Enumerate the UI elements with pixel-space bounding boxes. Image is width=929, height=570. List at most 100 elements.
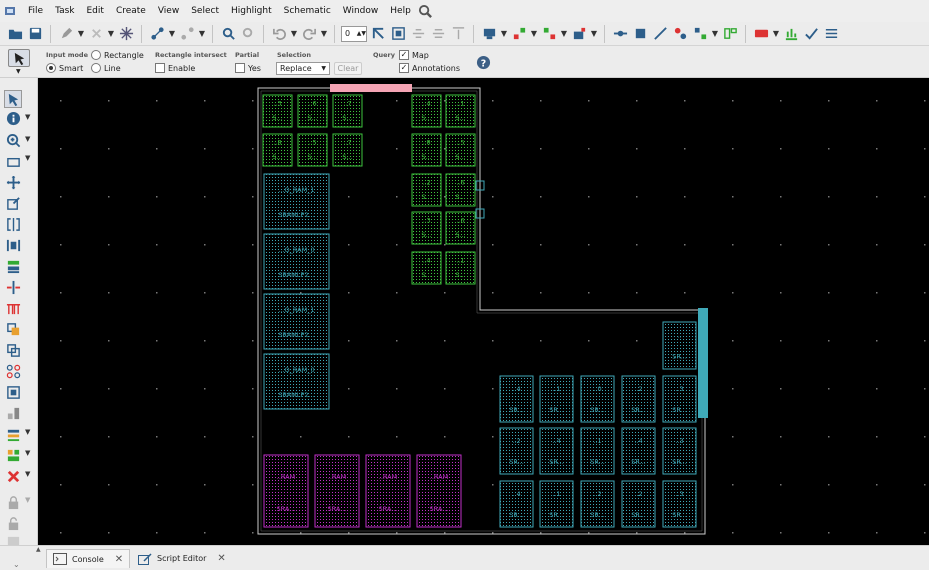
smart-radio[interactable]: Smart bbox=[46, 63, 83, 73]
close-icon[interactable] bbox=[4, 467, 22, 485]
align-left-icon[interactable] bbox=[4, 236, 22, 254]
align-center-icon[interactable] bbox=[429, 25, 447, 43]
chevron-down-icon[interactable]: ▼ bbox=[25, 496, 30, 504]
align-icon[interactable] bbox=[409, 25, 427, 43]
color-blocks-icon[interactable] bbox=[4, 446, 22, 464]
chevron-down-icon[interactable]: ▼ bbox=[711, 29, 719, 38]
magenta-ram-block[interactable]: ..RAM SRA... bbox=[263, 454, 309, 528]
check-icon[interactable] bbox=[802, 25, 820, 43]
route-icon[interactable] bbox=[148, 25, 166, 43]
layers-icon[interactable] bbox=[4, 425, 22, 443]
chevron-down-icon[interactable]: ▼ bbox=[77, 29, 85, 38]
layout-canvas[interactable]: ..3 S... ..6 S... ..7 S... ..4 S... ..1 S... ..8 S.… bbox=[38, 78, 929, 545]
chevron-down-icon[interactable]: ▼ bbox=[25, 135, 30, 143]
connect-icon[interactable] bbox=[671, 25, 689, 43]
copy-icon[interactable] bbox=[4, 320, 22, 338]
zoom-in-icon[interactable] bbox=[4, 131, 22, 149]
magenta-ram-block[interactable]: ..RAM SRA... bbox=[365, 454, 411, 528]
list-icon[interactable] bbox=[822, 25, 840, 43]
open-folder-icon[interactable] bbox=[6, 25, 24, 43]
cyan-cell[interactable]: ..4 SR... bbox=[621, 427, 656, 475]
flip-icon[interactable] bbox=[369, 25, 387, 43]
chevron-down-icon[interactable]: ⌄ bbox=[13, 560, 20, 569]
cyan-cell[interactable]: ..1 SR... bbox=[539, 375, 574, 423]
magenta-ram-block[interactable]: ..RAM SRA... bbox=[314, 454, 360, 528]
move-icon[interactable] bbox=[4, 173, 22, 191]
net-color-icon[interactable] bbox=[510, 25, 528, 43]
blocks-icon[interactable] bbox=[4, 404, 22, 422]
chevron-down-icon[interactable]: ▼ bbox=[500, 29, 508, 38]
pin-icon[interactable] bbox=[219, 25, 237, 43]
drc-icon[interactable] bbox=[752, 25, 770, 43]
menu-select[interactable]: Select bbox=[185, 0, 225, 22]
duplicate-icon[interactable] bbox=[4, 341, 22, 359]
menu-window[interactable]: Window bbox=[337, 0, 385, 22]
menu-edit[interactable]: Edit bbox=[81, 0, 110, 22]
chevron-down-icon[interactable]: ▼ bbox=[290, 29, 298, 38]
cyan-cell[interactable]: ..2 SR... bbox=[499, 427, 534, 475]
sram-block[interactable]: ...O_RAM_1 SRAMLP2... bbox=[263, 293, 330, 350]
sram-block[interactable]: ...O_RAM_0 SRAMLP2... bbox=[263, 353, 330, 410]
chevron-up-icon[interactable]: ▲ bbox=[36, 546, 41, 553]
chevron-down-icon[interactable]: ▼ bbox=[107, 29, 115, 38]
unlock-icon[interactable] bbox=[4, 514, 22, 532]
chevron-down-icon[interactable]: ▼ bbox=[25, 428, 30, 436]
sram-block[interactable]: ...O_RAM_1 SRAMLP2... bbox=[263, 173, 330, 230]
chevron-down-icon[interactable]: ▼ bbox=[320, 29, 328, 38]
stack-icon[interactable] bbox=[4, 257, 22, 275]
cyan-cell[interactable]: ..4 SR... bbox=[499, 375, 534, 423]
pin-connector-icon[interactable] bbox=[4, 299, 22, 317]
green-cell[interactable]: ..4 S... bbox=[411, 251, 442, 285]
grid-icon[interactable] bbox=[389, 25, 407, 43]
chevron-down-icon[interactable]: ▼ bbox=[590, 29, 598, 38]
chart-icon[interactable] bbox=[782, 25, 800, 43]
cyan-cell[interactable]: ..1 SR... bbox=[580, 427, 615, 475]
route-icon-2[interactable] bbox=[178, 25, 196, 43]
cyan-cell[interactable]: ..3 SR... bbox=[662, 480, 697, 528]
stretch-icon[interactable] bbox=[4, 278, 22, 296]
layout-icon[interactable] bbox=[721, 25, 739, 43]
clear-button[interactable]: Clear bbox=[334, 62, 362, 75]
layer-icon[interactable] bbox=[480, 25, 498, 43]
cyan-cell[interactable]: ..1 SR... bbox=[539, 480, 574, 528]
cyan-cell[interactable]: ..3 SR... bbox=[662, 375, 697, 423]
lock-icon[interactable] bbox=[4, 493, 22, 511]
select-arrow-icon[interactable] bbox=[8, 49, 30, 67]
annotations-checkbox[interactable]: ✓ Annotations bbox=[399, 63, 460, 73]
frame-icon[interactable] bbox=[4, 383, 22, 401]
green-cell[interactable]: ..8 S... bbox=[262, 133, 293, 167]
menu-task[interactable]: Task bbox=[49, 0, 80, 22]
menu-highlight[interactable]: Highlight bbox=[225, 0, 278, 22]
redo-icon[interactable] bbox=[300, 25, 318, 43]
array-icon[interactable] bbox=[4, 362, 22, 380]
line-radio[interactable]: Line bbox=[91, 63, 121, 73]
cyan-cell[interactable]: ..3 SR... bbox=[662, 427, 697, 475]
menu-create[interactable]: Create bbox=[110, 0, 152, 22]
cyan-cell[interactable]: ..2 SR... bbox=[580, 480, 615, 528]
chevron-down-icon[interactable]: ▼ bbox=[25, 154, 30, 162]
tab-script-editor[interactable]: Script Editor ✕ bbox=[132, 549, 232, 568]
green-cell[interactable]: ..6 S... bbox=[445, 173, 476, 207]
menu-schematic[interactable]: Schematic bbox=[278, 0, 337, 22]
green-cell[interactable]: ..4 S... bbox=[411, 94, 442, 128]
magenta-ram-block[interactable]: ..RAM SRA... bbox=[416, 454, 462, 528]
save-icon[interactable] bbox=[26, 25, 44, 43]
help-icon[interactable]: ? bbox=[474, 53, 492, 71]
net-highlight-icon[interactable] bbox=[540, 25, 558, 43]
select-arrow-icon[interactable] bbox=[4, 90, 22, 108]
split-icon[interactable] bbox=[4, 215, 22, 233]
tab-console[interactable]: Console ✕ bbox=[46, 549, 131, 568]
close-icon[interactable]: ✕ bbox=[217, 553, 225, 564]
green-cell[interactable]: ..6 S... bbox=[297, 94, 328, 128]
chevron-down-icon[interactable]: ▼ bbox=[25, 470, 30, 478]
chevron-down-icon[interactable]: ▼ bbox=[25, 113, 30, 121]
selection-combo[interactable]: Replace ▼ bbox=[276, 62, 330, 75]
align-top-icon[interactable] bbox=[449, 25, 467, 43]
menu-file[interactable]: File bbox=[22, 0, 49, 22]
green-cell[interactable]: ..8 S... bbox=[411, 133, 442, 167]
chip-icon[interactable] bbox=[631, 25, 649, 43]
delete-icon[interactable] bbox=[87, 25, 105, 43]
green-cell[interactable]: ..2 S... bbox=[411, 173, 442, 207]
menu-view[interactable]: View bbox=[152, 0, 185, 22]
green-cell[interactable]: ..7 S... bbox=[332, 94, 363, 128]
